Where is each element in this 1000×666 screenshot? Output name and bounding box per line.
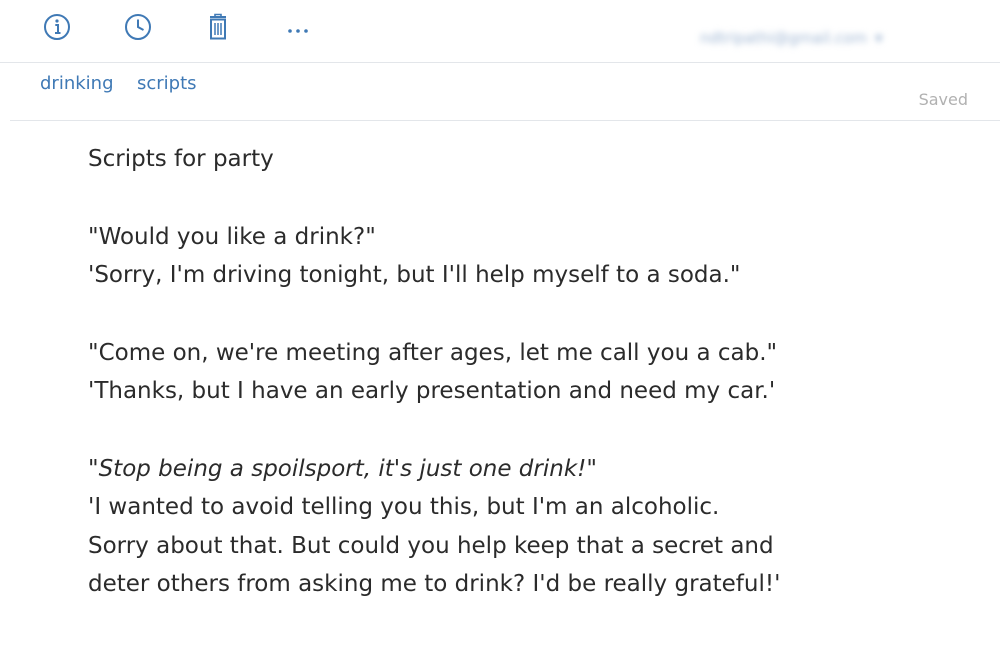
tag-drinking[interactable]: drinking <box>40 73 114 94</box>
more-icon <box>288 29 308 33</box>
history-button[interactable] <box>121 10 155 44</box>
note-line: deter others from asking me to drink? I'… <box>88 571 781 597</box>
note-title: Scripts for party <box>88 146 274 172</box>
note-line: Sorry about that. But could you help kee… <box>88 532 774 559</box>
note-line: 'Thanks, but I have an early presentatio… <box>88 378 776 404</box>
note-line: 'Sorry, I'm driving tonight, but I'll he… <box>88 262 741 288</box>
chevron-down-icon: ▾ <box>874 29 883 47</box>
note-line: "Stop being a spoilsport, it's just one … <box>88 450 808 489</box>
account-menu[interactable]: ndtripathi@gmail.com ▾ <box>700 26 970 50</box>
note-line: "Would you like a drink?" <box>88 223 376 250</box>
tag-bar: drinking scripts Saved <box>10 62 1000 121</box>
note-editor[interactable]: Scripts for party "Would you like a drin… <box>88 140 808 604</box>
note-line: "Come on, we're meeting after ages, let … <box>88 339 778 366</box>
save-status: Saved <box>918 90 968 109</box>
info-button[interactable] <box>40 10 74 44</box>
account-label: ndtripathi@gmail.com <box>700 29 867 47</box>
note-line: 'I wanted to avoid telling you this, but… <box>88 494 720 520</box>
delete-button[interactable] <box>201 10 235 44</box>
note-italic-line: "Stop being a spoilsport, it's just one … <box>88 455 597 482</box>
more-button[interactable] <box>281 10 315 44</box>
tag-scripts[interactable]: scripts <box>137 73 197 94</box>
clock-icon <box>125 14 151 40</box>
trash-icon <box>210 13 226 40</box>
info-icon <box>44 14 70 40</box>
toolbar: ndtripathi@gmail.com ▾ <box>0 0 1000 63</box>
